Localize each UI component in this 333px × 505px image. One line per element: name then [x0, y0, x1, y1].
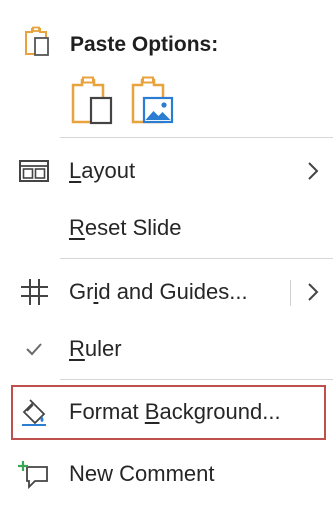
- format-background-icon: [18, 398, 50, 426]
- menu-item-grid-and-guides[interactable]: Grid and Guides...: [0, 264, 333, 320]
- menu-item-label: Grid and Guides...: [69, 279, 248, 304]
- paste-picture-icon: [131, 76, 174, 124]
- grid-icon: [18, 278, 50, 306]
- menu-item-label: Reset Slide: [69, 215, 182, 240]
- menu-item-label: Format Background...: [69, 399, 281, 424]
- paste-options-title: Paste Options:: [70, 33, 219, 56]
- paste-keep-source-button[interactable]: [70, 76, 116, 126]
- chevron-right-icon: [306, 160, 320, 182]
- new-comment-icon: [18, 460, 50, 490]
- menu-item-label: Ruler: [69, 336, 122, 361]
- menu-item-format-background[interactable]: Format Background...: [0, 384, 333, 440]
- menu-separator: [60, 379, 333, 380]
- menu-item-new-comment[interactable]: New Comment: [0, 446, 333, 502]
- paste-picture-button[interactable]: [130, 76, 176, 126]
- paste-keep-formatting-icon: [71, 76, 113, 125]
- chevron-right-icon[interactable]: [306, 281, 320, 303]
- menu-item-ruler[interactable]: Ruler: [0, 321, 333, 377]
- menu-item-layout[interactable]: Layout: [0, 143, 333, 199]
- menu-item-reset-slide[interactable]: Reset Slide: [0, 200, 333, 256]
- menu-item-label: Layout: [69, 158, 136, 183]
- checkmark-icon: [18, 335, 50, 363]
- layout-icon: [18, 157, 50, 185]
- menu-item-label: New Comment: [69, 461, 215, 486]
- menu-separator: [60, 137, 333, 138]
- submenu-divider: [290, 280, 291, 306]
- menu-separator: [60, 258, 333, 259]
- clipboard-icon: [22, 26, 54, 63]
- context-menu: Paste Options: Layout Reset Slide Grid a…: [0, 0, 333, 505]
- paste-options-header: Paste Options:: [0, 20, 333, 66]
